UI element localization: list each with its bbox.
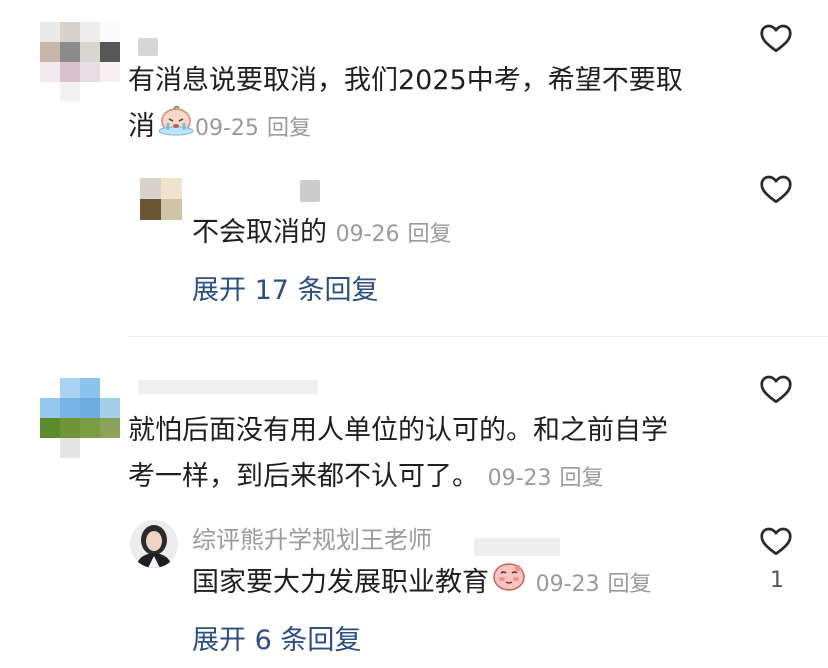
reply-username-blurred[interactable] (300, 180, 320, 202)
comment-date: 09-25 (195, 116, 259, 141)
comment-text-line2: 考一样，到后来都不认可了。 (128, 461, 479, 492)
reply-date: 09-26 (335, 222, 400, 247)
crying-face-emoji-icon (157, 104, 195, 151)
reply-username[interactable]: 综评熊升学规划王老师 (192, 520, 432, 555)
like-heart-icon[interactable] (758, 171, 794, 207)
reply-button[interactable]: 回复 (267, 116, 311, 141)
reply-text: 不会取消的 09-26 回复 (192, 210, 452, 258)
avatar[interactable] (40, 378, 120, 458)
username-blurred[interactable] (138, 38, 158, 56)
reply-avatar[interactable] (140, 178, 182, 220)
like-heart-icon[interactable] (758, 523, 794, 559)
comment-date: 09-23 (487, 466, 552, 491)
comment-text-line1: 就怕后面没有用人单位的认可的。和之前自学 (128, 415, 668, 446)
like-heart-icon[interactable] (758, 20, 794, 56)
reply-button[interactable]: 回复 (608, 572, 652, 597)
reply-text: 国家要大力发展职业教育 09-23 回复 (192, 560, 652, 608)
reply-body: 国家要大力发展职业教育 (192, 567, 489, 598)
username-suffix-blurred (474, 538, 560, 556)
reply-body: 不会取消的 (192, 217, 327, 248)
blushing-face-emoji-icon (491, 560, 527, 607)
comment-text-line2: 消 (128, 111, 155, 142)
avatar[interactable] (40, 22, 120, 102)
reply-date: 09-23 (535, 572, 600, 597)
divider (128, 336, 828, 337)
username-blurred[interactable] (138, 380, 318, 394)
like-heart-icon[interactable] (758, 371, 794, 407)
reply-avatar[interactable] (130, 520, 178, 568)
reply-button[interactable]: 回复 (408, 222, 452, 247)
expand-replies-link[interactable]: 展开 6 条回复 (192, 618, 361, 657)
reply-button[interactable]: 回复 (560, 466, 604, 491)
comment-text-line1: 有消息说要取消，我们2025中考，希望不要取 (128, 65, 683, 96)
like-count: 1 (770, 568, 784, 593)
comment-text: 有消息说要取消，我们2025中考，希望不要取 消 09-25 回复 (128, 58, 748, 152)
comment-text: 就怕后面没有用人单位的认可的。和之前自学 考一样，到后来都不认可了。 09-23… (128, 408, 748, 502)
expand-replies-link[interactable]: 展开 17 条回复 (192, 268, 379, 307)
